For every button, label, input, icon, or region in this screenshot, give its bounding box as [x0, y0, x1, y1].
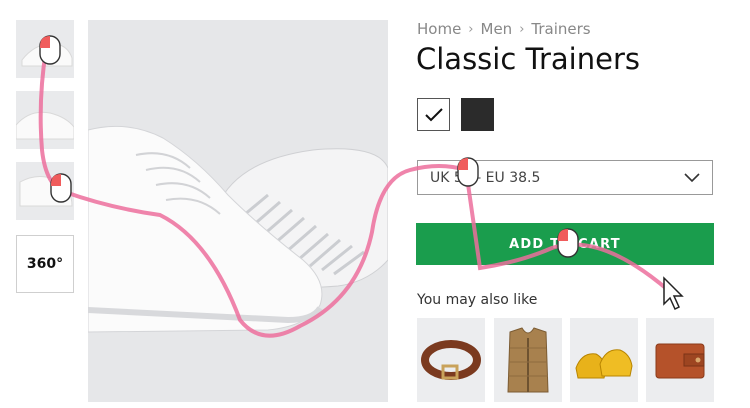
recommendation-belt[interactable] [417, 318, 485, 402]
size-select-value: UK 5 — EU 38.5 [430, 169, 541, 186]
color-swatch-black[interactable] [461, 98, 494, 131]
color-swatch-white[interactable] [417, 98, 450, 131]
product-title: Classic Trainers [416, 42, 640, 76]
thumbnail-1[interactable] [16, 20, 74, 78]
checkmark-icon [424, 107, 443, 121]
vest-icon [507, 327, 549, 393]
you-may-also-like-heading: You may also like [417, 292, 538, 308]
chevron-down-icon [684, 172, 700, 182]
breadcrumb-separator-icon: › [519, 21, 525, 37]
recommendation-yellow-shoes[interactable] [570, 318, 638, 402]
breadcrumb-trainers[interactable]: Trainers [531, 20, 590, 38]
main-product-image [88, 20, 388, 402]
add-to-cart-button[interactable]: ADD TO CART [416, 223, 714, 265]
view-360-label: 360° [26, 256, 64, 272]
thumbnail-360[interactable]: 360° [16, 235, 74, 293]
thumbnail-2[interactable] [16, 91, 74, 149]
yellow-shoes-icon [575, 349, 633, 379]
recommendation-vest[interactable] [494, 318, 562, 402]
breadcrumb: Home › Men › Trainers [417, 20, 591, 38]
wallet-icon [655, 343, 705, 379]
cursor-pointer-icon [663, 276, 684, 311]
breadcrumb-separator-icon: › [468, 21, 474, 37]
thumbnail-3[interactable] [16, 162, 74, 220]
belt-icon [421, 340, 481, 380]
breadcrumb-home[interactable]: Home [417, 20, 461, 38]
recommendation-wallet[interactable] [646, 318, 714, 402]
breadcrumb-men[interactable]: Men [481, 20, 513, 38]
size-select[interactable]: UK 5 — EU 38.5 [417, 160, 713, 195]
